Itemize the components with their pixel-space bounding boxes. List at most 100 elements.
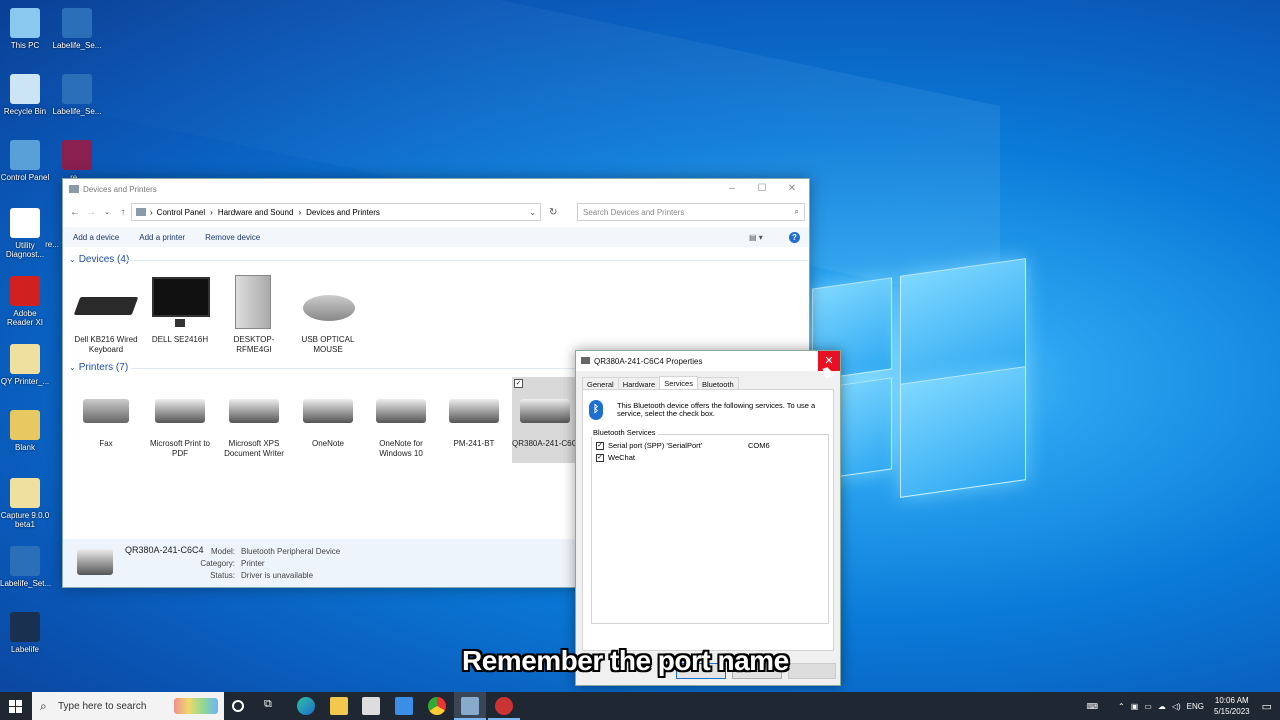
service-wechat[interactable]: ✓ WeChat: [596, 453, 635, 462]
device-keyboard[interactable]: Dell KB216 Wired Keyboard: [72, 275, 140, 355]
back-arrow-icon[interactable]: ←: [67, 207, 83, 218]
printer-icon: [443, 385, 505, 435]
edge-icon[interactable]: [297, 697, 315, 715]
printer-xps-writer[interactable]: Microsoft XPS Document Writer: [220, 385, 288, 459]
app-icon: [495, 697, 513, 715]
status-label: Status:: [210, 571, 235, 580]
collapse-chevron-icon: ⌄: [69, 255, 76, 264]
desktop-icon-labelife-setup-2[interactable]: Labelife_Se...: [52, 74, 102, 116]
model-value: Bluetooth Peripheral Device: [241, 547, 341, 556]
search-input[interactable]: Search Devices and Printers ⌕: [577, 203, 805, 221]
remove-device-button[interactable]: Remove device: [205, 233, 260, 242]
desktop-icon-this-pc[interactable]: This PC: [0, 8, 50, 50]
printer-icon: [77, 549, 113, 575]
printer-microsoft-print-to-pdf[interactable]: Microsoft Print to PDF: [146, 385, 214, 459]
device-monitor[interactable]: DELL SE2416H: [146, 275, 214, 345]
recent-chevron-icon[interactable]: ⌄: [99, 208, 115, 216]
breadcrumb-hardware-sound[interactable]: Hardware and Sound: [218, 208, 294, 217]
clock[interactable]: 10:06 AM 5/15/2023: [1214, 695, 1250, 717]
dialog-titlebar[interactable]: QR380A-241-C6C4 Properties: [576, 351, 840, 371]
mail-icon[interactable]: [395, 697, 413, 715]
chrome-icon[interactable]: [428, 697, 446, 715]
desktop-icon-adobe-reader[interactable]: Adobe Reader XI: [0, 276, 50, 327]
desktop-icon-capture[interactable]: Capture 9.0.0 beta1: [0, 478, 50, 529]
task-view-icon[interactable]: ⧉: [264, 698, 282, 716]
printer-icon: [370, 385, 432, 435]
volume-icon[interactable]: ◁): [1172, 702, 1181, 711]
keyboard-icon[interactable]: ⌨: [1086, 702, 1098, 711]
service-serial-port[interactable]: ✓ Serial port (SPP) 'SerialPort' COM6: [596, 441, 826, 450]
search-icon: ⌕: [794, 207, 799, 216]
cortana-icon[interactable]: [232, 700, 244, 712]
desktop-icon-blank[interactable]: Blank: [0, 410, 50, 452]
printer-fax[interactable]: Fax: [72, 385, 140, 449]
devices-section-header[interactable]: ⌄ Devices (4): [69, 254, 129, 265]
bluetooth-icon: ᛒ: [589, 400, 603, 420]
device-mouse[interactable]: USB OPTICAL MOUSE: [294, 275, 362, 355]
network-icon[interactable]: ▭: [1144, 702, 1152, 711]
windows-logo-wallpaper: [812, 255, 1028, 498]
section-divider: [127, 260, 807, 261]
service-checkbox[interactable]: ✓: [596, 453, 604, 462]
up-arrow-icon[interactable]: ↑: [115, 207, 131, 218]
language-indicator[interactable]: ENG: [1187, 702, 1204, 711]
services-panel: ᛒ This Bluetooth device offers the follo…: [582, 389, 834, 651]
desktop-icon-labelife[interactable]: Labelife: [0, 612, 50, 654]
printer-onenote[interactable]: OneNote: [294, 385, 362, 449]
window-titlebar[interactable]: Devices and Printers: [63, 179, 809, 199]
taskbar-app[interactable]: [488, 692, 520, 720]
tray-app-icon[interactable]: ▣: [1131, 702, 1139, 711]
apply-button[interactable]: [788, 663, 836, 679]
printer-icon: [297, 385, 359, 435]
monitor-icon: [149, 275, 211, 331]
help-icon[interactable]: ?: [789, 231, 800, 243]
control-panel-icon: [136, 208, 146, 216]
desktop-icon-qy-printer[interactable]: QY Printer_...: [0, 344, 50, 386]
maximize-button[interactable]: ☐: [747, 181, 777, 197]
bluetooth-services-list: ✓ Serial port (SPP) 'SerialPort' COM6 ✓ …: [591, 434, 829, 624]
keyboard-icon: [73, 275, 139, 331]
taskbar-search-input[interactable]: ⌕ Type here to search: [32, 692, 224, 720]
store-icon[interactable]: [362, 697, 380, 715]
window-title: Devices and Printers: [83, 184, 157, 194]
refresh-icon[interactable]: ↻: [549, 207, 557, 218]
file-explorer-icon[interactable]: [330, 697, 348, 715]
desktop-icon-labelife-setup-3[interactable]: Labelife_Set...: [0, 546, 51, 588]
desktop-icon-utility-diagnostic[interactable]: Utility Diagnost...: [0, 208, 50, 259]
devices-printers-icon: [69, 185, 79, 193]
printer-icon: [149, 385, 211, 435]
printers-section-header[interactable]: ⌄ Printers (7): [69, 362, 128, 373]
add-device-button[interactable]: Add a device: [73, 233, 119, 242]
address-bar[interactable]: › Control Panel › Hardware and Sound › D…: [131, 203, 541, 221]
breadcrumb-devices-printers[interactable]: Devices and Printers: [306, 208, 380, 217]
printer-onenote-win10[interactable]: OneNote for Windows 10: [367, 385, 435, 459]
system-tray: ⌨ ⌃ ▣ ▭ ☁ ◁) ENG 10:06 AM 5/15/2023 ▭: [1086, 692, 1272, 720]
add-printer-button[interactable]: Add a printer: [139, 233, 185, 242]
show-hidden-icon[interactable]: ⌃: [1118, 702, 1125, 711]
category-value: Printer: [241, 559, 265, 568]
close-button[interactable]: ✕: [777, 181, 807, 197]
desktop-icon-control-panel[interactable]: Control Panel: [0, 140, 50, 182]
view-options-icon[interactable]: ▤ ▾: [749, 233, 763, 242]
model-label: Model:: [210, 547, 235, 556]
taskbar-devices-printers[interactable]: [454, 692, 486, 720]
desktop-icon-recycle-bin[interactable]: Recycle Bin: [0, 74, 50, 116]
video-subtitle: Remember the port name: [462, 645, 789, 676]
desktop-icon-winrar[interactable]: re...: [52, 140, 102, 182]
breadcrumb-separator-icon: ›: [210, 207, 213, 217]
service-checkbox[interactable]: ✓: [596, 441, 604, 450]
device-desktop-pc[interactable]: DESKTOP-RFME4GI: [220, 275, 288, 355]
onedrive-icon[interactable]: ☁: [1158, 702, 1166, 711]
minimize-button[interactable]: –: [717, 181, 747, 197]
printer-pm-241-bt[interactable]: PM-241-BT: [440, 385, 508, 449]
forward-arrow-icon[interactable]: →: [83, 207, 99, 218]
address-dropdown-icon[interactable]: ⌄: [529, 208, 536, 217]
notifications-icon[interactable]: ▭: [1262, 700, 1272, 713]
devices-printers-icon: [461, 697, 479, 715]
start-button[interactable]: [9, 700, 22, 713]
printer-qr380a[interactable]: ✓ QR380A-241-C6C4: [512, 377, 578, 463]
desktop-icon-partial[interactable]: re...: [42, 240, 62, 249]
services-info-text: This Bluetooth device offers the followi…: [617, 401, 816, 418]
breadcrumb-control-panel[interactable]: Control Panel: [157, 208, 205, 217]
desktop-icon-labelife-setup[interactable]: Labelife_Se...: [52, 8, 102, 50]
